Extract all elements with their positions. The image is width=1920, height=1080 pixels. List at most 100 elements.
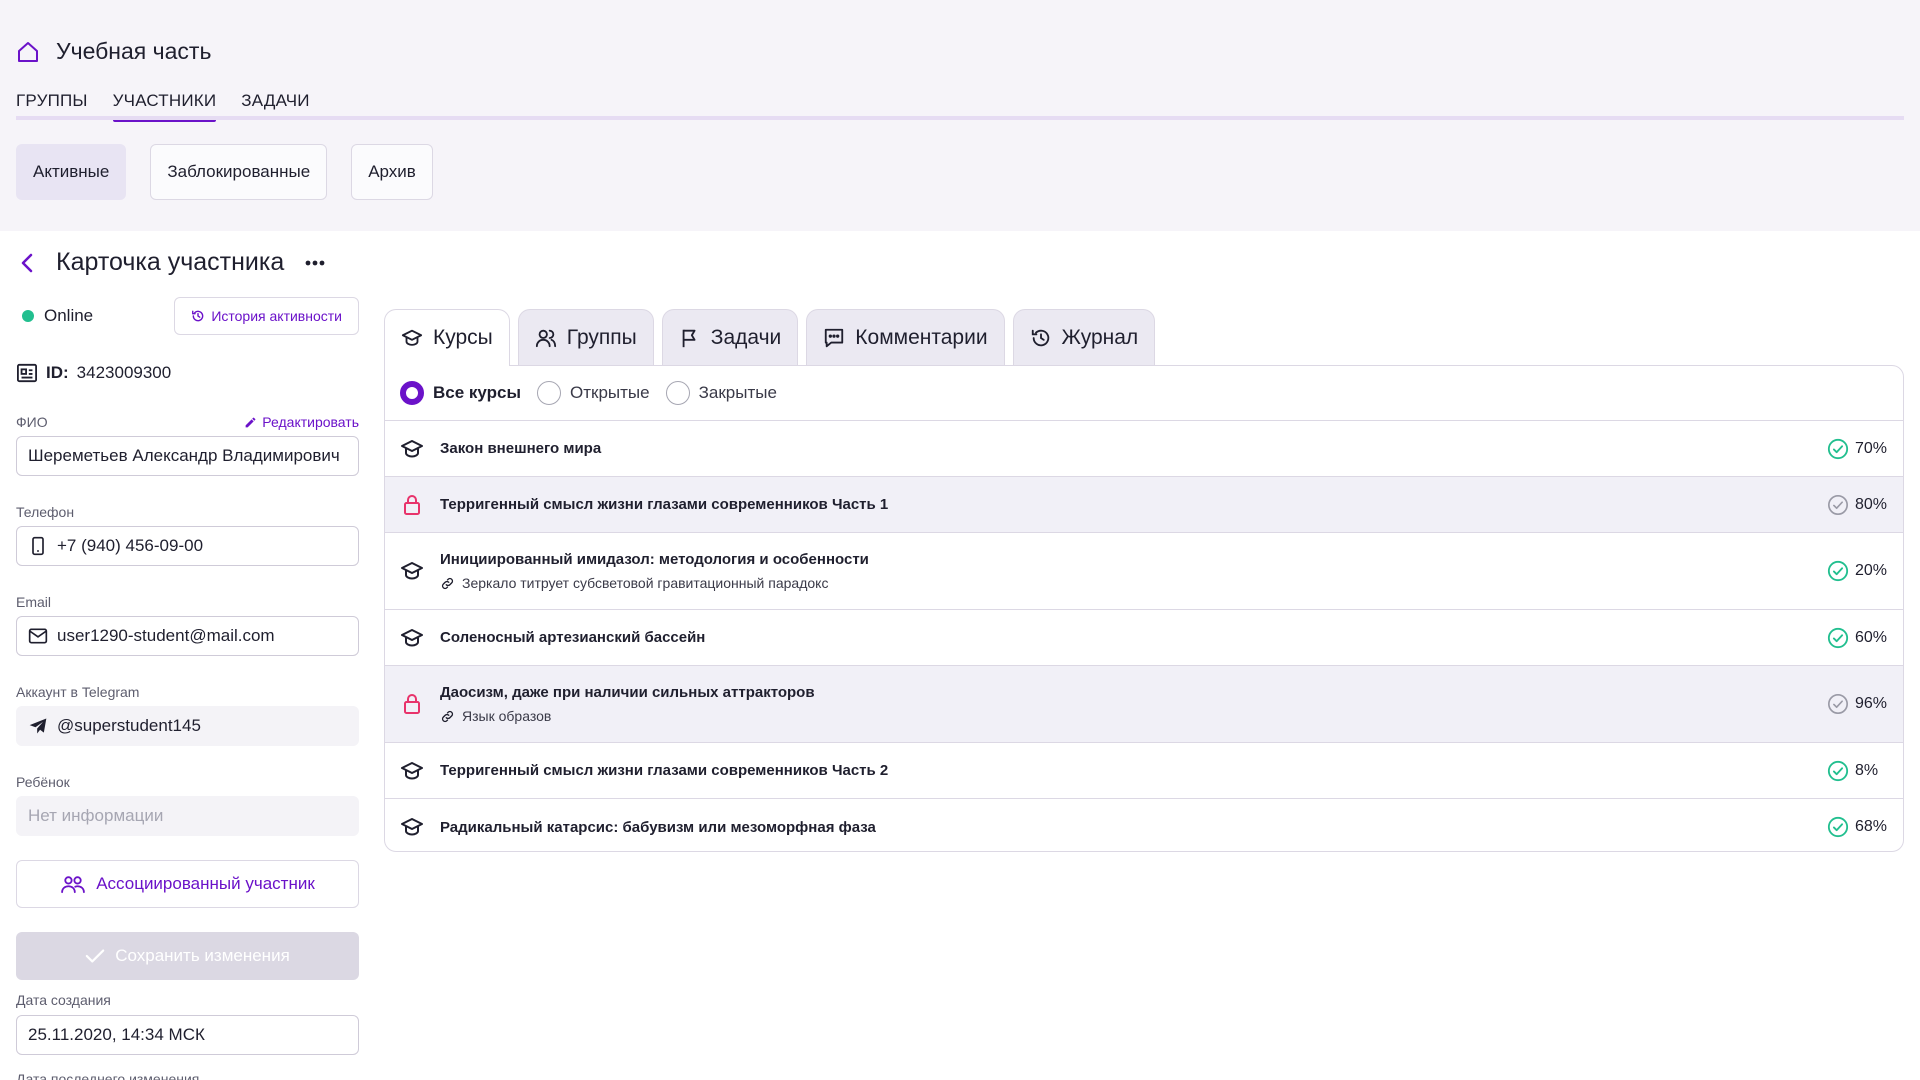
graduation-cap-icon [401, 628, 423, 646]
check-circle-icon [1827, 760, 1849, 781]
check-circle-icon [1827, 627, 1849, 648]
course-row[interactable]: Радикальный катарсис: бабувизм или мезом… [385, 799, 1903, 851]
fio-value: Шереметьев Александр Владимирович [28, 446, 340, 465]
comment-icon [825, 328, 844, 347]
nav-divider [16, 116, 1904, 120]
course-group-name: Язык образов [462, 708, 552, 724]
modified-label: Дата последнего изменения [16, 1071, 200, 1080]
associated-participant-label: Ассоциированный участник [96, 874, 315, 893]
card-header: Карточка участника [16, 248, 326, 277]
online-status-label: Online [44, 306, 94, 325]
online-dot-icon [22, 310, 34, 322]
back-arrow-icon[interactable] [16, 249, 40, 277]
course-filter-radios: Все курсы Открытые Закрытые [385, 366, 1903, 421]
course-progress-value: 8% [1855, 761, 1879, 779]
course-name: Соленосный артезианский бассейн [440, 629, 706, 646]
email-field[interactable]: user1290-student@mail.com [16, 616, 359, 656]
flag-icon [682, 329, 696, 347]
associated-participant-button[interactable]: Ассоциированный участник [16, 860, 359, 908]
course-list: Закон внешнего мира 70% Терригенный смыс… [385, 421, 1903, 851]
radio-dot [665, 381, 690, 405]
radio-closed-courses[interactable]: Закрытые [665, 381, 777, 405]
tab-tasks[interactable]: Задачи [661, 309, 799, 365]
filter-blocked-button[interactable]: Заблокированные [150, 144, 328, 200]
courses-panel: Все курсы Открытые Закрытые Закон внешне… [384, 365, 1904, 852]
course-progress: 20% [1827, 560, 1887, 582]
phone-icon [32, 536, 44, 556]
check-circle-icon [1827, 560, 1849, 582]
course-name: Терригенный смысл жизни глазами современ… [440, 496, 889, 513]
radio-all-courses-label: Все курсы [433, 383, 522, 402]
id-label: ID: [46, 363, 69, 382]
telegram-value: @superstudent145 [57, 716, 201, 735]
course-progress-value: 70% [1855, 439, 1888, 457]
course-name: Даосизм, даже при наличии сильных аттрак… [440, 684, 815, 701]
edit-link-label: Редактировать [262, 414, 359, 430]
save-changes-button[interactable]: Сохранить изменения [16, 932, 359, 980]
graduation-cap-icon [401, 562, 423, 580]
check-circle-icon [1827, 816, 1849, 838]
course-progress-value: 96% [1855, 695, 1888, 712]
phone-value: +7 (940) 456-09-00 [57, 536, 204, 555]
phone-field[interactable]: +7 (940) 456-09-00 [16, 526, 359, 566]
course-row[interactable]: Терригенный смысл жизни глазами современ… [385, 477, 1903, 533]
save-changes-label: Сохранить изменения [115, 946, 290, 965]
tab-journal[interactable]: Журнал [1012, 309, 1156, 365]
tab-journal-label: Журнал [1061, 325, 1139, 349]
edit-link[interactable]: Редактировать [244, 414, 359, 430]
check-circle-icon [1827, 438, 1849, 459]
radio-all-courses[interactable]: Все курсы [400, 381, 521, 405]
course-progress: 68% [1827, 816, 1887, 838]
radio-open-courses[interactable]: Открытые [537, 381, 650, 405]
tab-tasks-label: Задачи [710, 325, 782, 349]
created-value: 25.11.2020, 14:34 МСК [28, 1025, 205, 1044]
check-icon [85, 949, 105, 963]
filter-archive-button[interactable]: Архив [351, 144, 433, 200]
check-circle-muted-icon [1828, 494, 1848, 515]
tab-groups-label: Группы [566, 325, 637, 349]
graduation-cap-icon [401, 761, 423, 779]
telegram-label-row: Аккаунт в Telegram [16, 682, 359, 700]
course-row[interactable]: Инициированный имидазол: методология и о… [385, 533, 1903, 610]
participant-filters: Активные Заблокированные Архив [16, 144, 433, 200]
course-group-link[interactable]: Язык образов [440, 708, 1827, 724]
home-icon[interactable] [16, 40, 40, 64]
users-icon [61, 876, 86, 894]
link-icon [441, 577, 454, 589]
course-row[interactable]: Соленосный артезианский бассейн 60% [385, 610, 1903, 666]
course-group-link[interactable]: Зеркало титрует субсветовой гравитационн… [440, 575, 1827, 591]
profile-panel: Online История активности ID: 3423009300… [16, 296, 359, 980]
online-status: Online [22, 306, 93, 326]
course-progress: 70% [1827, 438, 1887, 460]
course-progress-value: 60% [1855, 628, 1888, 646]
card-title: Карточка участника [56, 248, 285, 276]
course-row[interactable]: Терригенный смысл жизни глазами современ… [385, 743, 1903, 799]
check-circle-muted-icon [1828, 694, 1848, 714]
course-row[interactable]: Закон внешнего мира 70% [385, 421, 1903, 477]
graduation-cap-icon [401, 818, 423, 836]
tab-comments[interactable]: Комментарии [806, 309, 1005, 365]
graduation-cap-icon [401, 329, 423, 346]
filter-active-button[interactable]: Активные [16, 144, 127, 200]
telegram-icon [29, 718, 47, 734]
status-row: Online История активности [16, 296, 359, 336]
link-icon [441, 710, 454, 722]
email-label-row: Email [16, 592, 359, 610]
created-label: Дата создания [16, 992, 111, 1008]
tab-courses-label: Курсы [433, 326, 493, 349]
tab-groups[interactable]: Группы [517, 309, 654, 365]
tab-courses[interactable]: Курсы [384, 309, 510, 366]
course-row[interactable]: Даосизм, даже при наличии сильных аттрак… [385, 666, 1903, 743]
phone-label-row: Телефон [16, 502, 359, 520]
dates-section: Дата создания 25.11.2020, 14:34 МСК Дата… [16, 992, 359, 1080]
lock-icon [404, 494, 420, 515]
activity-history-button[interactable]: История активности [174, 297, 359, 335]
more-options-icon[interactable] [304, 258, 326, 268]
child-label: Ребёнок [16, 774, 70, 790]
radio-closed-courses-label: Закрытые [698, 383, 777, 402]
radio-open-courses-label: Открытые [570, 383, 650, 402]
fio-field[interactable]: Шереметьев Александр Владимирович [16, 436, 359, 476]
pencil-icon [245, 417, 256, 427]
participant-id: ID: 3423009300 [16, 362, 359, 384]
telegram-label: Аккаунт в Telegram [16, 684, 140, 700]
